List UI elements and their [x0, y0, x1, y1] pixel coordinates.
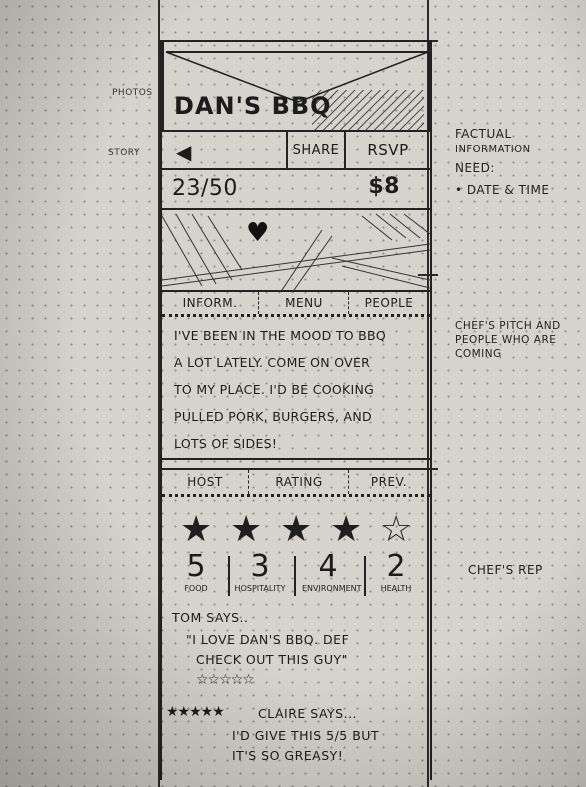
rep-tabs: HOST RATING PREV.: [162, 468, 430, 497]
score-divider: [228, 556, 230, 596]
score-value: 2: [386, 549, 406, 584]
note-chefs-rep: CHEF'S REP: [468, 563, 543, 577]
pitch-line: A LOT LATELY. COME ON OVER: [174, 355, 371, 370]
note-information: INFORMATION: [455, 144, 531, 155]
note-factual: FACTUAL: [455, 127, 512, 141]
score-label: HOSPITALITY: [234, 584, 286, 593]
review-text: "I LOVE DAN'S BBQ. DEF: [186, 632, 350, 647]
pitch-line: TO MY PLACE. I'D BE COOKING: [174, 382, 375, 397]
map-streets: [162, 213, 430, 290]
note-pitch: COMING: [455, 348, 502, 360]
score-divider: [294, 556, 296, 596]
back-arrow-icon[interactable]: ◀: [176, 140, 191, 164]
score-label: HEALTH: [380, 584, 412, 593]
score-label: ENVIRONMENT: [302, 584, 362, 593]
event-stats: 23/50 $8: [162, 168, 430, 210]
star-icon: ★: [230, 509, 263, 550]
phone-wireframe: DAN'S BBQ ◀ SHARE RSVP 23/50 $8 ♥ INFORM…: [160, 40, 432, 780]
event-title: DAN'S BBQ: [174, 92, 332, 120]
tab-rating[interactable]: RATING: [248, 470, 349, 494]
share-button[interactable]: SHARE: [286, 132, 344, 168]
star-icon: ★: [180, 509, 213, 550]
tab-menu[interactable]: MENU: [258, 292, 349, 314]
review-stars: ☆☆☆☆☆: [196, 672, 255, 688]
score-value: 5: [186, 549, 206, 584]
review-stars: ★★★★★: [166, 704, 225, 720]
star-outline-icon: ☆: [380, 509, 413, 550]
photos-side-label: Photos: [112, 88, 153, 98]
pitch-line: LOTS OF SIDES!: [174, 436, 278, 451]
tab-people[interactable]: PEOPLE: [348, 292, 429, 314]
score-value: 4: [318, 549, 338, 584]
ticket-price: $8: [368, 174, 400, 199]
attendance-count: 23/50: [172, 176, 238, 201]
review-author: TOM SAYS..: [172, 610, 249, 625]
review-text: I'D GIVE THIS 5/5 BUT: [232, 728, 380, 743]
tab-host[interactable]: HOST: [162, 470, 248, 494]
score-health: 2 HEALTH: [370, 549, 422, 594]
review-author: CLAIRE SAYS...: [258, 706, 358, 721]
note-need: NEED:: [455, 161, 495, 175]
hero-photo: DAN'S BBQ: [162, 40, 430, 132]
score-label: FOOD: [184, 584, 208, 593]
pitch-line: I'VE BEEN IN THE MOOD TO BBQ: [174, 328, 387, 343]
score-value: 3: [250, 549, 270, 584]
star-icon: ★: [330, 509, 363, 550]
rsvp-button[interactable]: RSVP: [344, 132, 430, 168]
action-bar: ◀ SHARE RSVP: [162, 132, 430, 170]
tab-inform[interactable]: INFORM.: [162, 292, 258, 314]
rating-scores: 5 FOOD 3 HOSPITALITY 4 ENVIRONMENT 2 HEA…: [162, 550, 430, 606]
info-tabs: INFORM. MENU PEOPLE: [162, 292, 430, 317]
score-environment: 4 ENVIRONMENT: [302, 549, 362, 594]
star-icon: ★: [280, 509, 313, 550]
location-map[interactable]: ♥: [162, 210, 430, 292]
pitch-line: PULLED PORK, BURGERS, AND: [174, 409, 372, 424]
score-divider: [364, 556, 366, 596]
overall-stars: ★ ★ ★ ★ ☆: [162, 512, 430, 552]
tab-prev[interactable]: PREV.: [348, 470, 429, 494]
review-text: CHECK OUT THIS GUY": [196, 652, 348, 667]
review-text: IT'S SO GREASY!: [232, 748, 344, 763]
location-pin-icon: ♥: [246, 218, 270, 248]
score-hospitality: 3 HOSPITALITY: [234, 549, 286, 594]
story-side-label: Story: [108, 148, 140, 158]
chef-pitch: I'VE BEEN IN THE MOOD TO BBQ A LOT LATEL…: [162, 322, 430, 460]
note-date-time: • DATE & TIME: [455, 183, 550, 197]
score-food: 5 FOOD: [170, 549, 222, 594]
